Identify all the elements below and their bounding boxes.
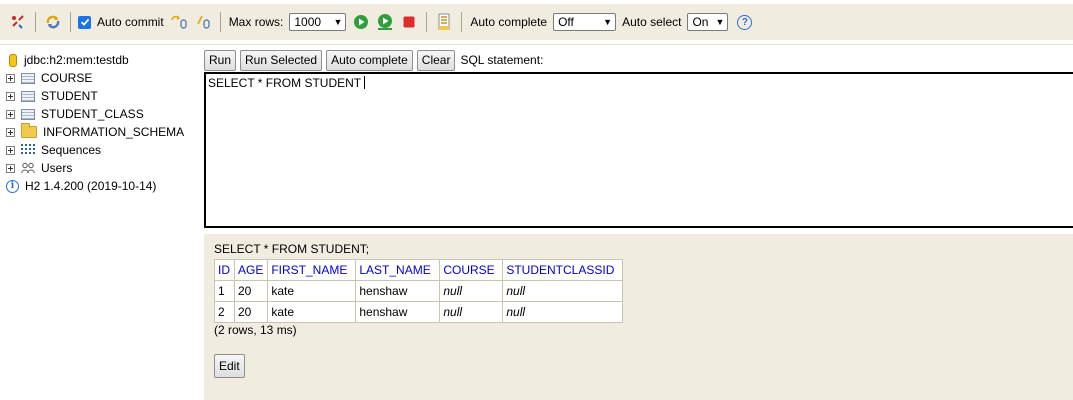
tree-connection[interactable]: jdbc:h2:mem:testdb [6, 51, 129, 69]
table-cell: 1 [214, 280, 235, 302]
table-cell: kate [267, 301, 357, 323]
clear-button[interactable]: Clear [416, 49, 456, 71]
rollback-icon[interactable] [193, 12, 213, 32]
expand-icon[interactable] [6, 127, 15, 137]
tree-item-information-schema[interactable]: INFORMATION_SCHEMA [6, 123, 184, 141]
sql-statement-label: SQL statement: [460, 53, 544, 67]
toolbar-separator [426, 12, 428, 32]
table-cell: henshaw [355, 301, 441, 323]
refresh-icon[interactable] [43, 12, 63, 32]
run-selected-button[interactable]: Run Selected [240, 49, 323, 71]
tree-item-label: STUDENT [41, 89, 98, 103]
tree-item-student-class[interactable]: STUDENT_CLASS [6, 105, 144, 123]
chevron-down-icon: ▼ [715, 17, 725, 27]
tree-item-label: COURSE [41, 71, 93, 85]
expand-icon[interactable] [6, 145, 15, 155]
table-cell: kate [267, 280, 357, 302]
edit-button[interactable]: Edit [214, 354, 245, 378]
column-header-studentclassid[interactable]: STUDENTCLASSID [502, 259, 624, 281]
table-icon [21, 90, 35, 102]
info-icon: i [6, 179, 19, 193]
auto-complete-value: Off [558, 15, 574, 29]
auto-select-label: Auto select [622, 15, 682, 29]
table-cell: null [439, 280, 504, 302]
auto-select-value: On [692, 15, 709, 29]
toolbar-separator [461, 12, 463, 32]
history-icon[interactable] [434, 12, 454, 32]
table-cell: henshaw [355, 280, 441, 302]
run-selected-icon[interactable] [375, 12, 395, 32]
auto-complete-select[interactable]: Off ▼ [553, 13, 617, 31]
users-icon [21, 162, 35, 175]
stop-icon[interactable] [399, 12, 419, 32]
column-header-course[interactable]: COURSE [439, 259, 504, 281]
sql-editor[interactable]: SELECT * FROM STUDENT [204, 72, 1073, 228]
max-rows-select[interactable]: 1000 ▼ [289, 13, 347, 31]
toolbar: Auto commit Max rows: 1000 ▼ Auto comple… [0, 0, 1073, 45]
tree-item-label: Sequences [41, 143, 102, 157]
result-header-row: ID AGE FIRST_NAME LAST_NAME COURSE STUDE… [214, 259, 624, 281]
sql-button-bar: Run Run Selected Auto complete Clear SQL… [204, 49, 543, 71]
column-header-first-name[interactable]: FIRST_NAME [267, 259, 357, 281]
auto-complete-label: Auto complete [470, 15, 548, 29]
chevron-down-icon: ▼ [333, 17, 343, 27]
schema-tree: jdbc:h2:mem:testdb COURSE STUDENT STUDEN… [0, 45, 204, 400]
table-cell: null [502, 280, 624, 302]
table-cell: 20 [233, 301, 269, 323]
connection-label: jdbc:h2:mem:testdb [24, 53, 129, 67]
tree-item-users[interactable]: Users [6, 159, 72, 177]
sql-editor-text: SELECT * FROM STUDENT [208, 76, 362, 90]
table-cell: 2 [214, 301, 235, 323]
table-row: 1 20 kate henshaw null null [214, 280, 624, 302]
auto-commit-checkbox[interactable] [78, 15, 91, 29]
toolbar-separator [219, 12, 221, 32]
database-icon [9, 53, 17, 67]
toolbar-separator [35, 12, 36, 32]
column-header-age[interactable]: AGE [233, 259, 269, 281]
run-icon[interactable] [351, 12, 371, 32]
help-icon[interactable]: ? [737, 14, 753, 30]
tree-item-student[interactable]: STUDENT [6, 87, 98, 105]
tree-item-label: INFORMATION_SCHEMA [43, 125, 185, 139]
tree-item-course[interactable]: COURSE [6, 69, 92, 87]
table-cell: null [502, 301, 624, 323]
sequences-icon [21, 144, 35, 156]
table-icon [21, 72, 35, 84]
auto-complete-button[interactable]: Auto complete [326, 49, 413, 71]
tree-item-label: STUDENT_CLASS [41, 107, 144, 121]
chevron-down-icon: ▼ [603, 17, 613, 27]
tree-item-label: Users [41, 161, 73, 175]
expand-icon[interactable] [6, 73, 15, 83]
tree-version: i H2 1.4.200 (2019-10-14) [6, 177, 156, 195]
expand-icon[interactable] [6, 91, 15, 101]
expand-icon[interactable] [6, 109, 15, 119]
auto-commit-label: Auto commit [97, 15, 164, 29]
table-cell: null [439, 301, 504, 323]
table-icon [21, 108, 35, 120]
toolbar-strip: Auto commit Max rows: 1000 ▼ Auto comple… [0, 4, 1073, 40]
table-row: 2 20 kate henshaw null null [214, 301, 624, 323]
result-summary: (2 rows, 13 ms) [214, 323, 297, 337]
auto-select-select[interactable]: On ▼ [687, 13, 729, 31]
column-header-id[interactable]: ID [214, 259, 235, 281]
commit-icon[interactable] [169, 12, 189, 32]
toolbar-separator [70, 12, 71, 32]
table-cell: 20 [233, 280, 269, 302]
result-table: ID AGE FIRST_NAME LAST_NAME COURSE STUDE… [214, 259, 624, 323]
folder-icon [21, 123, 37, 138]
results-panel: SELECT * FROM STUDENT; ID AGE FIRST_NAME… [204, 234, 1073, 400]
expand-icon[interactable] [6, 163, 15, 173]
text-caret [364, 76, 366, 89]
result-statement: SELECT * FROM STUDENT; [214, 242, 370, 256]
max-rows-label: Max rows: [228, 15, 284, 29]
tree-item-sequences[interactable]: Sequences [6, 141, 101, 159]
max-rows-value: 1000 [294, 15, 322, 29]
run-button[interactable]: Run [204, 49, 237, 71]
disconnect-icon[interactable] [8, 12, 28, 32]
version-label: H2 1.4.200 (2019-10-14) [25, 179, 157, 193]
column-header-last-name[interactable]: LAST_NAME [355, 259, 441, 281]
